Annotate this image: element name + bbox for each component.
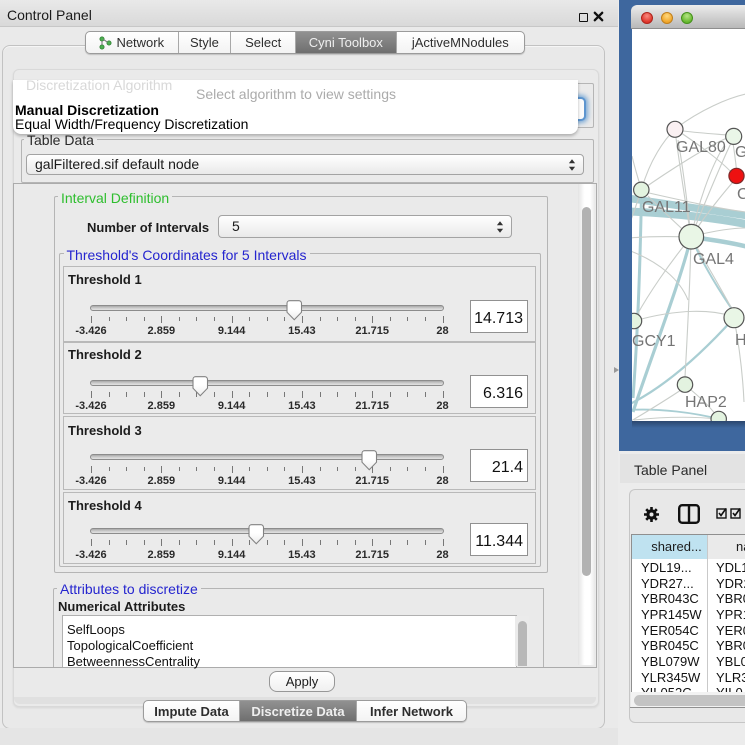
svg-text:C: C (737, 186, 745, 203)
svg-text:HAP2: HAP2 (685, 394, 727, 411)
svg-text:GCY1: GCY1 (632, 333, 676, 350)
svg-text:GAL11: GAL11 (642, 199, 691, 216)
svg-text:GAL4: GAL4 (693, 251, 734, 268)
svg-text:GA: GA (735, 144, 745, 161)
svg-text:GAL80: GAL80 (676, 139, 726, 156)
svg-text:H: H (735, 332, 745, 349)
